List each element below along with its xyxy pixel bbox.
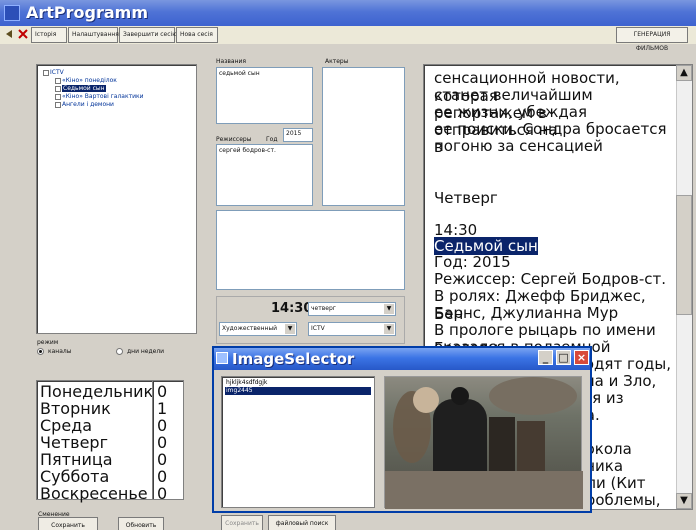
- chevron-down-icon[interactable]: ▼: [384, 324, 394, 334]
- image-file-list[interactable]: hjkljk4sdfdgjk img2445: [221, 376, 375, 508]
- mode-radio-channels[interactable]: [37, 348, 44, 355]
- close-session-icon[interactable]: [17, 28, 29, 40]
- year-field[interactable]: 2015: [283, 128, 313, 142]
- file-search-button[interactable]: файловый поиск: [268, 515, 336, 530]
- channel-tree[interactable]: ICTV «Кіно» понеділок Седьмой сын «Кіно»…: [36, 64, 197, 334]
- year-label: Год: [266, 136, 278, 143]
- day-counts: 0 1 0 0 0 0 0: [152, 380, 184, 502]
- back-icon[interactable]: [4, 28, 16, 40]
- channel-select[interactable]: ICTV ▼: [308, 322, 396, 336]
- chevron-down-icon[interactable]: ▼: [384, 304, 394, 314]
- vertical-scrollbar[interactable]: ▲ ▼: [676, 65, 692, 509]
- scroll-down-icon[interactable]: ▼: [676, 493, 692, 509]
- tree-item[interactable]: Ангели і демони: [55, 101, 114, 108]
- director-label: Режиссеры: [216, 136, 252, 143]
- refresh-button[interactable]: Обновить: [118, 517, 164, 530]
- chevron-down-icon[interactable]: ▼: [285, 324, 295, 334]
- mode-option-days: дни недели: [127, 348, 165, 355]
- director-field[interactable]: сергей бодров-ст.: [216, 144, 313, 206]
- maximize-button[interactable]: □: [556, 350, 571, 365]
- actors-label: Актеры: [325, 58, 349, 65]
- minimize-button[interactable]: _: [538, 350, 553, 365]
- mode-label: режим: [37, 339, 59, 346]
- mode-radio-days[interactable]: [116, 348, 123, 355]
- schedule-box: 14:30 четверг ▼ Художественный ▼ ICTV ▼: [216, 296, 405, 344]
- description-field[interactable]: [216, 210, 405, 290]
- genre-select[interactable]: Художественный ▼: [219, 322, 297, 336]
- close-button[interactable]: ×: [574, 350, 589, 365]
- app-icon: [4, 5, 20, 21]
- generate-movies-button[interactable]: ГЕНЕРАЦИЯ ФИЛЬМОВ: [616, 27, 688, 52]
- time-value: 14:30: [271, 301, 313, 316]
- dialog-title: ImageSelector: [232, 350, 355, 368]
- mode-option-channels: каналы: [48, 348, 72, 355]
- image-selector-dialog: ImageSelector _ □ × hjkljk4sdfdgjk img24…: [212, 346, 592, 513]
- image-preview: [384, 376, 583, 509]
- toolbar: Історія Налаштування Завершити сесію Нов…: [0, 26, 696, 52]
- title-label: Названия: [216, 58, 247, 65]
- tree-item[interactable]: «Кіно» Вартові галактики: [55, 93, 144, 100]
- day-select[interactable]: четверг ▼: [308, 302, 396, 316]
- dialog-title-bar: ImageSelector _ □ ×: [214, 348, 590, 370]
- title-field[interactable]: седьмой сын: [216, 67, 313, 124]
- image-file-item[interactable]: hjkljk4sdfdgjk: [225, 379, 371, 387]
- scroll-up-icon[interactable]: ▲: [676, 65, 692, 81]
- actors-field[interactable]: [322, 67, 405, 206]
- settings-button[interactable]: Налаштування: [68, 27, 119, 43]
- new-session-button[interactable]: Нова сесія: [176, 27, 218, 43]
- tree-item-selected[interactable]: Седьмой сын: [55, 85, 106, 92]
- title-bar: ArtProgramm: [0, 0, 696, 26]
- app-title: ArtProgramm: [26, 3, 149, 22]
- image-selector-icon: [216, 352, 228, 364]
- save-button-left[interactable]: Сохранить: [38, 517, 98, 530]
- tree-root[interactable]: ICTV: [43, 69, 64, 76]
- image-file-item-selected[interactable]: img2445: [225, 387, 371, 395]
- app-window: ArtProgramm Історія Налаштування Заверши…: [0, 0, 696, 530]
- scroll-thumb[interactable]: [676, 195, 692, 315]
- history-button[interactable]: Історія: [31, 27, 67, 43]
- save-button-center[interactable]: Сохранить: [221, 515, 263, 530]
- day-list: Понедельник Вторник Среда Четверг Пятниц…: [36, 380, 159, 502]
- tree-item[interactable]: «Кіно» понеділок: [55, 77, 117, 84]
- finish-session-button[interactable]: Завершити сесію: [119, 27, 177, 43]
